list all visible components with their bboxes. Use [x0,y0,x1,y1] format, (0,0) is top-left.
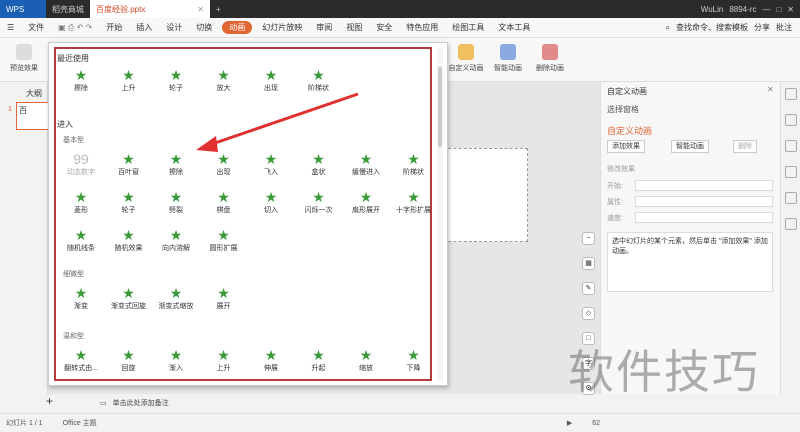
watermark: 软件技巧 [568,345,760,399]
